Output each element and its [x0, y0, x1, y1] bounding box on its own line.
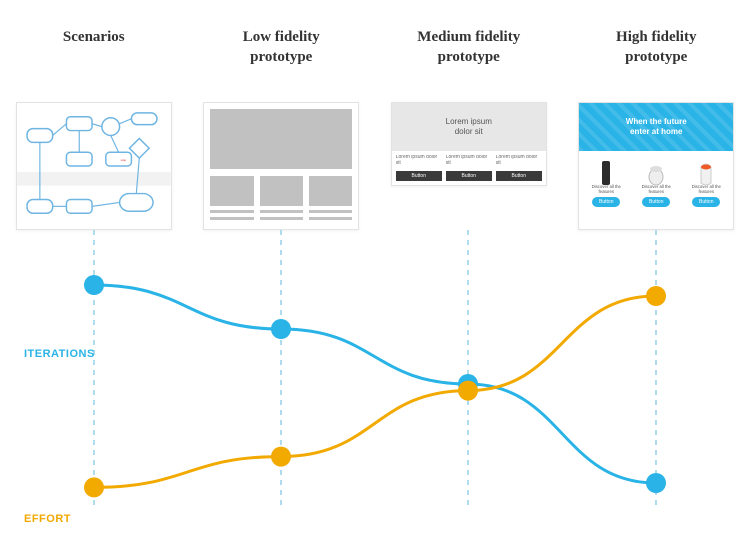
medfi-col: Lorem ipsum dolor sit Button [396, 155, 442, 181]
smart-speaker-icon [599, 157, 613, 185]
lofi-content-row [210, 176, 352, 220]
hifi-button: Button [592, 197, 620, 207]
legend-effort: EFFORT [24, 513, 71, 525]
medfi-card: Lorem ipsumdolor sit Lorem ipsum dolor s… [391, 102, 547, 186]
hifi-content-row: Discover all the features Button Discove… [579, 151, 733, 211]
lowfi-card [203, 102, 359, 230]
lofi-text-line [260, 217, 303, 220]
hifi-hero: When the futureenter at home [579, 103, 733, 151]
lofi-text-line [309, 217, 352, 220]
hifi-caption: Discover all the features [683, 185, 729, 195]
col-heading-lowfi: Low fidelityprototype [196, 28, 366, 67]
lofi-image-placeholder [260, 176, 303, 206]
medfi-col: Lorem ipsum dolor sit Button [496, 155, 542, 181]
lofi-col [210, 176, 253, 220]
lofi-text-line [260, 210, 303, 213]
medfi-caption: Lorem ipsum dolor sit [396, 155, 442, 167]
col-heading-hifi: High fidelityprototype [571, 28, 741, 67]
lofi-image-placeholder [210, 176, 253, 206]
prototype-cards-row: stop Lorem ipsumdolor sit [0, 102, 750, 230]
hifi-col: Discover all the features Button [583, 157, 629, 207]
column-headings: Scenarios Low fidelityprototype Medium f… [0, 28, 750, 67]
smart-speaker-icon [648, 157, 664, 185]
lofi-text-line [210, 217, 253, 220]
hifi-button: Button [692, 197, 720, 207]
lofi-text-line [210, 210, 253, 213]
medfi-caption: Lorem ipsum dolor sit [496, 155, 542, 167]
lofi-col [309, 176, 352, 220]
hifi-button: Button [642, 197, 670, 207]
medfi-col: Lorem ipsum dolor sit Button [446, 155, 492, 181]
svg-text:stop: stop [120, 158, 126, 162]
medfi-content-row: Lorem ipsum dolor sit Button Lorem ipsum… [392, 151, 546, 185]
scenarios-card: stop [16, 102, 172, 230]
col-heading-scenarios: Scenarios [9, 28, 179, 67]
medfi-button: Button [496, 171, 542, 181]
col-heading-medfi: Medium fidelityprototype [384, 28, 554, 67]
medfi-caption: Lorem ipsum dolor sit [446, 155, 492, 167]
flowchart-icon: stop [17, 103, 171, 229]
iterations-vs-effort-chart [0, 230, 750, 556]
hifi-caption: Discover all the features [583, 185, 629, 195]
hifi-col: Discover all the features Button [633, 157, 679, 207]
hifi-card: When the futureenter at home Discover al… [578, 102, 734, 230]
lofi-hero-block [210, 109, 352, 169]
medfi-hero: Lorem ipsumdolor sit [392, 103, 546, 151]
hifi-col: Discover all the features Button [683, 157, 729, 207]
lofi-image-placeholder [309, 176, 352, 206]
lofi-col [260, 176, 303, 220]
hifi-caption: Discover all the features [633, 185, 679, 195]
medfi-button: Button [396, 171, 442, 181]
medfi-button: Button [446, 171, 492, 181]
lofi-text-line [309, 210, 352, 213]
legend-iterations: ITERATIONS [24, 348, 95, 360]
smart-speaker-icon [698, 157, 714, 185]
